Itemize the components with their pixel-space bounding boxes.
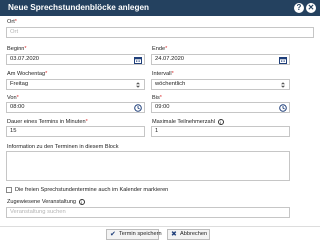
select-arrows-icon — [136, 82, 140, 88]
von-label: Von* — [7, 95, 19, 101]
teilnehmer-label: Maximale Teilnehmerzahl i — [152, 118, 224, 126]
dialog: Neue Sprechstundenblöcke anlegen ? ✕ Ort… — [0, 0, 320, 240]
kalender-label: Die freien Sprechstundentermine auch im … — [15, 187, 169, 193]
information-textarea[interactable] — [6, 151, 290, 181]
ort-input[interactable]: Ort — [6, 27, 314, 38]
beginn-date-input[interactable]: 03.07.2020 — [6, 54, 145, 65]
veranstaltung-placeholder: Veranstaltung suchen — [10, 209, 66, 215]
ort-label: Ort* — [7, 19, 17, 25]
ende-label: Ende* — [152, 46, 168, 52]
bis-label: Bis* — [152, 95, 162, 101]
cancel-button[interactable]: ✖ Abbrechen — [167, 229, 210, 240]
kalender-checkbox[interactable] — [6, 187, 12, 193]
cancel-button-label: Abbrechen — [180, 231, 208, 237]
calendar-icon[interactable] — [134, 56, 142, 64]
intervall-label: Intervall* — [152, 71, 174, 77]
close-icon[interactable]: ✕ — [306, 3, 316, 13]
dauer-label: Dauer eines Termins in Minuten* — [7, 119, 88, 125]
intervall-select[interactable]: wöchentlich — [151, 79, 290, 90]
save-button[interactable]: ✔ Termin speichern — [106, 229, 162, 240]
dauer-value: 15 — [10, 128, 17, 134]
intervall-value: wöchentlich — [155, 81, 186, 87]
info-icon[interactable]: i — [78, 198, 85, 205]
info-icon[interactable]: i — [217, 118, 224, 125]
wochentag-label: Am Wochentag* — [7, 71, 48, 77]
calendar-icon[interactable] — [279, 56, 287, 64]
wochentag-select[interactable]: Freitag — [6, 79, 145, 90]
teilnehmer-value: 1 — [155, 128, 159, 134]
dialog-title: Neue Sprechstundenblöcke anlegen — [8, 3, 150, 12]
ende-value: 24.07.2020 — [155, 56, 185, 62]
bis-time-input[interactable]: 09:00 — [151, 102, 290, 113]
wochentag-value: Freitag — [10, 81, 29, 87]
veranstaltung-label: Zugewiesene Veranstaltung i — [7, 198, 85, 206]
ort-placeholder: Ort — [10, 29, 19, 35]
beginn-value: 03.07.2020 — [10, 56, 40, 62]
clock-icon[interactable] — [279, 104, 287, 112]
save-button-label: Termin speichern — [119, 231, 162, 237]
von-time-input[interactable]: 08:00 — [6, 102, 145, 113]
dialog-titlebar: Neue Sprechstundenblöcke anlegen ? ✕ — [0, 0, 320, 16]
information-label: Information zu den Terminen in diesem Bl… — [7, 144, 119, 150]
veranstaltung-search-input[interactable]: Veranstaltung suchen — [6, 207, 290, 218]
teilnehmer-input[interactable]: 1 — [151, 126, 290, 137]
checkmark-icon: ✔ — [110, 231, 116, 238]
beginn-label: Beginn* — [7, 46, 27, 52]
clock-icon[interactable] — [134, 104, 142, 112]
cancel-icon: ✖ — [171, 231, 177, 238]
ende-date-input[interactable]: 24.07.2020 — [151, 54, 290, 65]
question-icon[interactable]: ? — [294, 3, 304, 13]
von-value: 08:00 — [10, 104, 25, 110]
dauer-input[interactable]: 15 — [6, 126, 145, 137]
select-arrows-icon — [281, 82, 285, 88]
bis-value: 09:00 — [155, 104, 170, 110]
